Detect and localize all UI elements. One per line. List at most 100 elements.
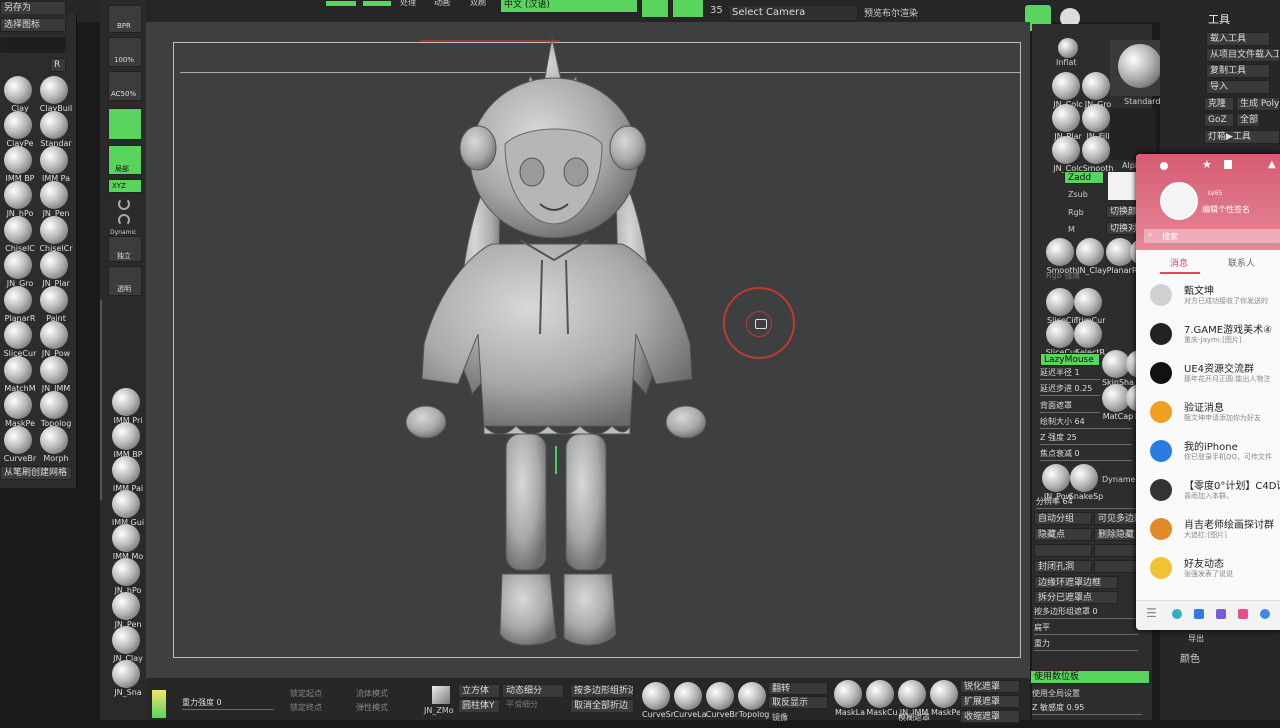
conversation-item[interactable]: 【零度0°计划】C4D训练喜雨加入本群。 [1136,471,1280,509]
shrink-mask-button[interactable]: 收缩遮罩 [960,710,1020,723]
split-masked-button[interactable]: 拆分已遮罩点 [1034,591,1118,604]
close-holes-button[interactable]: 封闭孔洞 [1034,560,1092,573]
conversation-item[interactable]: 甄文坤 对方已成功接收了你发送的 [1136,276,1278,314]
lazy-mouse-button[interactable]: LazyMouse [1040,353,1100,366]
goz-button[interactable]: GoZ [1204,113,1234,127]
zoom-100-button[interactable]: 100% [108,37,142,67]
delete-hidden-button[interactable]: 删除隐藏 [1094,528,1140,541]
polygroup-fold-button[interactable]: 按多边形组折边 [570,684,634,698]
cancel-all-fold-button[interactable]: 取消全部折边 [570,699,634,713]
app-icon-3[interactable] [1216,609,1226,619]
inflat-brush-icon[interactable] [1058,38,1078,58]
load-from-project-button[interactable]: 从项目文件载入工具 [1206,48,1280,62]
export-label[interactable]: 导出 [1188,633,1204,644]
camera-icon-button[interactable] [672,0,704,18]
zadd-button[interactable]: Zadd [1064,171,1104,184]
local-toggle-button[interactable]: 局部 [108,145,142,175]
sharpen-mask-button[interactable]: 锐化遮罩 [960,680,1020,693]
create-mesh-from-brush-button[interactable]: 从笔刷创建网格 [0,466,72,480]
cube-button[interactable]: 立方体 [458,684,500,698]
mirror-label[interactable]: 镜像 [772,712,788,723]
invert-show-button[interactable]: 取反显示 [768,696,828,709]
select-icon-button[interactable]: 选择图标 [0,18,66,32]
flat-slider[interactable]: 扁平 [1034,622,1138,635]
pencil-icon[interactable] [152,690,166,718]
cube-icon[interactable] [432,686,450,704]
curve-brush-3[interactable]: Topolog [736,682,769,728]
conversation-item[interactable]: 肖吉老师绘画探讨群 大追红:[图片] [1136,510,1278,548]
xyz-button[interactable]: XYZ [108,179,142,193]
top-green-button-1[interactable] [325,0,357,7]
curve-brush-2[interactable]: CurveBr [704,682,738,728]
conversation-item[interactable]: 7.GAME游戏美术④ 重庆-Jaymi:[图片] [1136,315,1278,353]
m-label[interactable]: M [1068,225,1075,234]
gift-icon[interactable] [1224,160,1232,169]
elastic-mode-label[interactable]: 弹性模式 [356,702,388,713]
white-swatch[interactable] [1108,172,1136,200]
rotate-icon-2[interactable] [118,214,130,226]
qq-search-box[interactable]: ⌕ 搜索 [1144,229,1280,243]
blur-mask-label[interactable]: 模糊遮罩 [898,712,930,723]
render-button[interactable] [641,0,669,18]
clone-button[interactable]: 克隆 [1204,97,1234,111]
character-model[interactable] [380,34,740,654]
zsub-label[interactable]: Zsub [1068,190,1088,199]
use-tablet-button[interactable]: 使用数位板 [1030,670,1150,684]
z-intensity-slider[interactable]: Z 强度 25 [1040,432,1132,445]
tab-messages[interactable]: 消息 [1170,256,1188,269]
menu-icon[interactable]: ☰ [1146,606,1157,620]
ac50-button[interactable]: AC50% [108,71,142,101]
warning-icon[interactable]: ▲ [1268,159,1276,170]
z-sensitivity-slider[interactable]: Z 敏感度 0.95 [1032,702,1142,715]
transparent-button[interactable]: 透明 [108,266,142,296]
curve-brush-1[interactable]: CurveLa [672,682,706,728]
signature-text[interactable]: 编辑个性签名 [1202,204,1250,215]
conversation-item[interactable]: UE4资源交流群 那年花开月正圆:能出人物注 [1136,354,1278,392]
qq-avatar[interactable] [1160,182,1198,220]
mask-brush-1[interactable]: MaskCu [864,680,898,726]
make-polymesh-button[interactable]: 生成 PolyMe [1236,97,1280,111]
use-global-label[interactable]: 使用全局设置 [1032,688,1080,699]
app-icon-2[interactable] [1194,609,1204,619]
rgb-label[interactable]: Rgb [1068,208,1084,217]
floor-toggle-button[interactable] [108,108,142,140]
gravity-slider[interactable]: 重力 [1034,638,1138,651]
copy-tool-button[interactable]: 复制工具 [1206,64,1270,78]
conversation-item[interactable]: 验证消息 甄文坤申请添加你为好友 [1136,393,1278,431]
fluid-mode-label[interactable]: 流体模式 [356,688,388,699]
lazy-step-slider[interactable]: 延迟步进 0.25 [1040,383,1100,396]
polygroup-border-slider[interactable]: 按多边形组遮罩 0 [1034,606,1138,619]
mask-brush-3[interactable]: MaskPe [928,680,961,726]
all-button[interactable]: 全部 [1236,113,1260,127]
game-icon[interactable] [1238,609,1248,619]
lazy-radius-slider[interactable]: 延迟半径 1 [1040,367,1100,380]
gravity-strength-slider[interactable]: 重力强度 0 [182,697,274,710]
auto-group-button[interactable]: 自动分组 [1034,512,1092,525]
import-button[interactable]: 导入 [1206,80,1270,94]
conversation-item[interactable]: 好友动态 张强发表了说说 [1136,549,1278,587]
resolution-slider[interactable]: 分辨率 64 [1036,496,1146,509]
focal-shift-slider[interactable]: 焦点衰减 0 [1040,448,1132,461]
visible-polygroup-button[interactable]: 可见多边形 [1094,512,1140,525]
draw-size-slider[interactable]: 绘制大小 64 [1040,416,1132,429]
lightbox-tools-button[interactable]: 灯箱▶工具 [1204,130,1280,144]
bell-icon[interactable] [1160,162,1168,170]
rotate-icon[interactable] [118,198,130,210]
col2-brush-8[interactable]: JN_Sna [110,660,142,706]
color-label[interactable]: 颜色 [1180,650,1200,665]
curve-brush-0[interactable]: CurveSr [640,682,674,728]
load-tool-button[interactable]: 载入工具 [1206,32,1270,46]
dynamic-subdiv-button[interactable]: 动态细分 [502,684,564,698]
fix-start-label[interactable]: 锁定起点 [290,688,322,699]
hidden-points-button[interactable]: 隐藏点 [1034,528,1092,541]
conversation-item[interactable]: 我的iPhone 你已登录手机QQ，可传文件 [1136,432,1278,470]
qq-window[interactable]: ★ ▲ LV65 编辑个性签名 ⌕ 搜索 消息 联系人 甄文坤 对方已成功接收了你… [1136,154,1280,630]
tab-contacts[interactable]: 联系人 [1228,256,1255,269]
mask-brush-0[interactable]: MaskLa [832,680,865,726]
flip-button[interactable]: 翻转 [768,682,828,695]
top-green-button-2[interactable] [362,0,392,7]
edge-loop-button[interactable]: 边缘环遮罩边框 [1034,576,1118,589]
star-icon[interactable]: ★ [1202,158,1212,171]
bpr-button[interactable]: BPR [108,5,142,33]
globe-icon[interactable] [1260,609,1270,619]
